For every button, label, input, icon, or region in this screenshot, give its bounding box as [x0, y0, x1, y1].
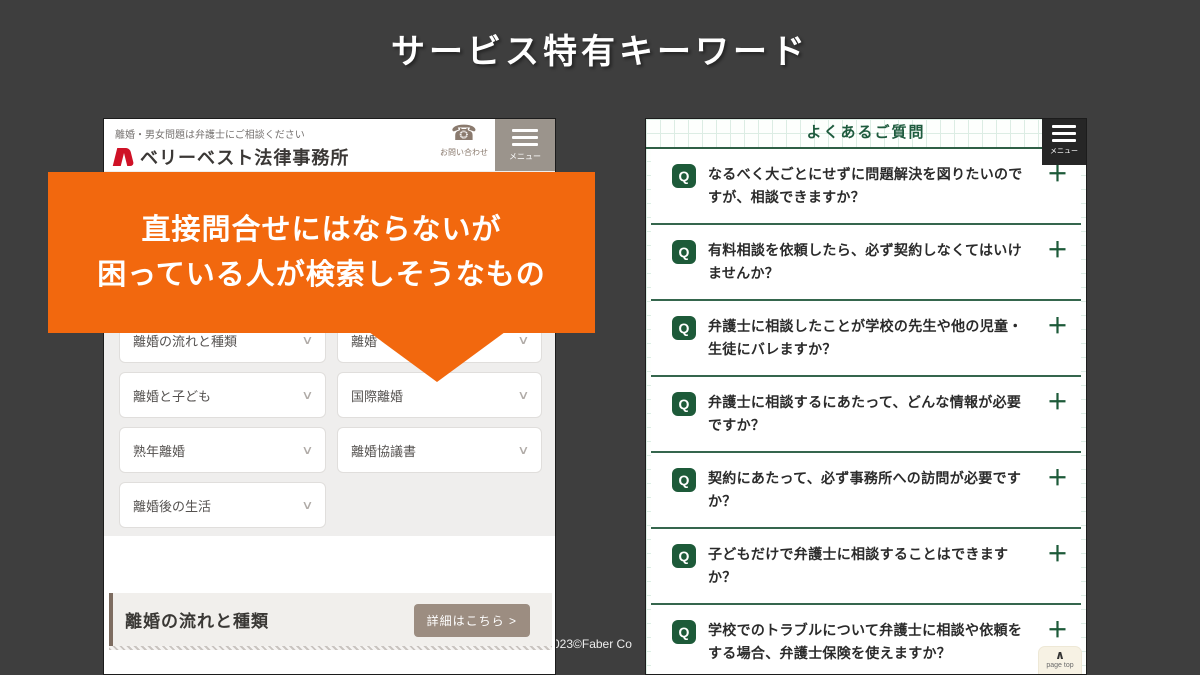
plus-icon[interactable]: ＋	[1047, 543, 1068, 566]
callout-line1: 直接問合せにはならないが	[141, 213, 502, 246]
chevron-down-icon: ∨	[517, 388, 530, 402]
faq-list: Q なるべく大ごとにせずに問題解決を図りたいのですが、相談できますか？ ＋ Q …	[646, 149, 1086, 674]
faq-row[interactable]: Q 弁護士に相談するにあたって、どんな情報が必要ですか？ ＋	[651, 377, 1081, 453]
question-badge: Q	[672, 316, 696, 340]
chevron-down-icon: ∨	[301, 388, 314, 402]
faq-menu-button[interactable]: メニュー	[1042, 119, 1086, 165]
question-text: 弁護士に相談するにあたって、どんな情報が必要ですか？	[708, 394, 1022, 433]
question-badge: Q	[672, 392, 696, 416]
slide-title: サービス特有キーワード	[391, 33, 809, 71]
plus-icon[interactable]: ＋	[1047, 163, 1068, 186]
question-badge: Q	[672, 240, 696, 264]
presentation-slide: サービス特有キーワード 離婚・男女問題は弁護士にご相談ください ベリーベスト法律…	[0, 0, 1200, 675]
menu-label: メニュー	[509, 151, 541, 161]
faq-page-title: よくあるご質問	[806, 124, 926, 141]
callout-pointer	[369, 332, 505, 382]
chevron-down-icon: ∨	[301, 498, 314, 512]
copyright-text: 023©Faber Co	[553, 637, 632, 651]
question-text: 弁護士に相談したことが学校の先生や他の児童・生徒にバレますか？	[708, 318, 1023, 357]
question-text: なるべく大ごとにせずに問題解決を図りたいのですが、相談できますか？	[708, 166, 1023, 205]
chevron-down-icon: ∨	[301, 443, 314, 457]
page-top-button[interactable]: ∧ page top	[1038, 646, 1082, 674]
faq-row[interactable]: Q 契約にあたって、必ず事務所への訪問が必要ですか？ ＋	[651, 453, 1081, 529]
question-badge: Q	[672, 620, 696, 644]
plus-icon[interactable]: ＋	[1047, 391, 1068, 414]
question-badge: Q	[672, 164, 696, 188]
section-heading: 離婚の流れと種類	[125, 612, 269, 631]
plus-icon[interactable]: ＋	[1047, 315, 1068, 338]
dropdown-mature-divorce[interactable]: 熟年離婚 ∨	[119, 427, 326, 473]
contact-phone-button[interactable]: ☎ お問い合わせ	[433, 119, 495, 171]
hamburger-icon	[512, 128, 538, 146]
plus-icon[interactable]: ＋	[1047, 239, 1068, 262]
law-site-branding: 離婚・男女問題は弁護士にご相談ください ベリーベスト法律事務所	[104, 119, 433, 171]
faq-screenshot: よくあるご質問 メニュー Q なるべく大ごとにせずに問題解決を図りたいのですが、…	[645, 118, 1087, 675]
question-text: 学校でのトラブルについて弁護士に相談や依頼をする場合、弁護士保険を使えますか？	[708, 622, 1023, 661]
hamburger-icon	[1052, 125, 1076, 142]
law-site-header: 離婚・男女問題は弁護士にご相談ください ベリーベスト法律事務所 ☎ お問い合わせ…	[104, 119, 555, 171]
question-text: 有料相談を依頼したら、必ず契約しなくてはいけませんか？	[708, 242, 1022, 281]
faq-row[interactable]: Q 子どもだけで弁護士に相談することはできますか？ ＋	[651, 529, 1081, 605]
faq-menu-label: メニュー	[1050, 148, 1078, 155]
menu-button[interactable]: メニュー	[495, 119, 555, 171]
faq-row[interactable]: Q 有料相談を依頼したら、必ず契約しなくてはいけませんか？ ＋	[651, 225, 1081, 301]
chevron-down-icon: ∨	[517, 333, 530, 347]
brand-logo-icon	[112, 148, 135, 166]
section-heading-band: 離婚の流れと種類 詳細はこちら >	[109, 593, 552, 646]
question-text: 子どもだけで弁護士に相談することはできますか？	[708, 546, 1009, 585]
hatched-divider	[109, 646, 552, 650]
chevron-down-icon: ∨	[517, 443, 530, 457]
callout-box: 直接問合せにはならないが 困っている人が検索しそうなもの	[48, 172, 595, 382]
dropdown-divorce-children[interactable]: 離婚と子ども ∨	[119, 372, 326, 418]
faq-row[interactable]: Q 弁護士に相談したことが学校の先生や他の児童・生徒にバレますか？ ＋	[651, 301, 1081, 377]
dropdown-divorce-agreement[interactable]: 離婚協議書 ∨	[337, 427, 542, 473]
faq-row[interactable]: Q 学校でのトラブルについて弁護士に相談や依頼をする場合、弁護士保険を使えますか…	[651, 605, 1081, 674]
brand-name: ベリーベスト法律事務所	[140, 148, 350, 168]
chevron-up-icon: ∧	[1055, 648, 1065, 662]
question-text: 契約にあたって、必ず事務所への訪問が必要ですか？	[708, 470, 1022, 509]
plus-icon[interactable]: ＋	[1047, 467, 1068, 490]
detail-link-button[interactable]: 詳細はこちら >	[413, 604, 530, 637]
faq-row[interactable]: Q なるべく大ごとにせずに問題解決を図りたいのですが、相談できますか？ ＋	[651, 149, 1081, 225]
page-top-label: page top	[1046, 662, 1074, 669]
callout-line2: 困っている人が検索しそうなもの	[97, 258, 546, 291]
plus-icon[interactable]: ＋	[1047, 619, 1068, 642]
question-badge: Q	[672, 468, 696, 492]
contact-label: お問い合わせ	[440, 148, 488, 157]
dropdown-life-after-divorce[interactable]: 離婚後の生活 ∨	[119, 482, 326, 528]
site-tagline: 離婚・男女問題は弁護士にご相談ください	[115, 130, 305, 141]
faq-header: よくあるご質問	[646, 119, 1086, 149]
question-badge: Q	[672, 544, 696, 568]
chevron-down-icon: ∨	[301, 333, 314, 347]
phone-icon: ☎	[450, 122, 478, 145]
